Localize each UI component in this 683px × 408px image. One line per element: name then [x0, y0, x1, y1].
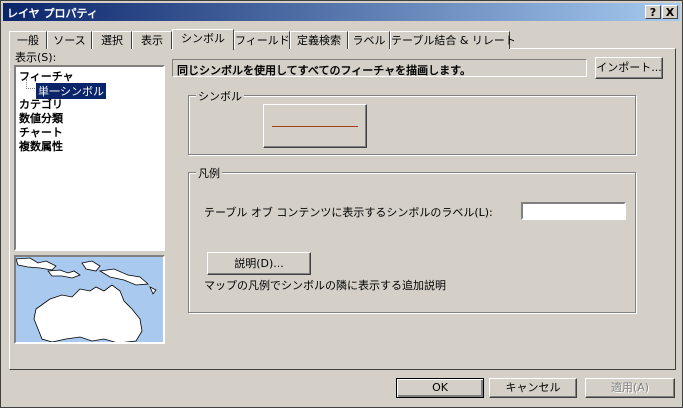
close-button[interactable]: X: [662, 5, 678, 19]
tab-labels[interactable]: ラベル: [348, 31, 390, 49]
tab-source[interactable]: ソース: [47, 31, 92, 49]
title-bar: レイヤ プロパティ ? X: [3, 3, 680, 21]
renderer-preview-map: [14, 255, 165, 344]
tab-selection[interactable]: 選択: [92, 31, 132, 49]
tab-fields[interactable]: フィールド: [234, 31, 290, 49]
tab-symbology[interactable]: シンボル: [172, 29, 234, 50]
toc-label-caption: テーブル オブ コンテンツに表示するシンボルのラベル(L):: [204, 206, 493, 219]
symbol-group: [188, 95, 636, 155]
legend-group-title: 凡例: [196, 165, 222, 181]
tab-general[interactable]: 一般: [9, 31, 47, 49]
tab-joins-relates[interactable]: テーブル結合 & リレート: [390, 31, 516, 49]
renderer-tree[interactable]: フィーチャ 単一シンボル カテゴリ 数値分類 チャート 複数属性: [14, 65, 165, 251]
cancel-button[interactable]: キャンセル: [489, 378, 577, 398]
apply-button[interactable]: 適用(A): [585, 378, 675, 398]
tree-item-multiple-attributes[interactable]: 複数属性: [19, 138, 63, 154]
line-symbol-preview: [272, 126, 358, 127]
tree-connector: [26, 79, 35, 89]
description-button[interactable]: 説明(D)...: [207, 252, 311, 275]
tab-definition-query[interactable]: 定義検索: [290, 31, 348, 49]
help-button[interactable]: ?: [645, 5, 661, 19]
import-button[interactable]: インポート...: [595, 57, 663, 79]
window-title: レイヤ プロパティ: [7, 7, 98, 20]
ok-button[interactable]: OK: [396, 378, 484, 398]
tab-display[interactable]: 表示: [132, 31, 172, 49]
toc-label-input[interactable]: [521, 202, 626, 220]
show-label: 表示(S):: [15, 51, 57, 64]
symbol-group-title: シンボル: [196, 88, 244, 104]
layer-properties-dialog: レイヤ プロパティ ? X 一般 ソース 選択 表示 シンボル フィールド 定義…: [0, 0, 683, 408]
symbol-button[interactable]: [263, 104, 367, 148]
renderer-description: 同じシンボルを使用してすべてのフィーチャを描画します。: [172, 59, 587, 77]
map-preview-image: [16, 257, 157, 342]
description-note: マップの凡例でシンボルの隣に表示する追加説明: [204, 279, 446, 292]
